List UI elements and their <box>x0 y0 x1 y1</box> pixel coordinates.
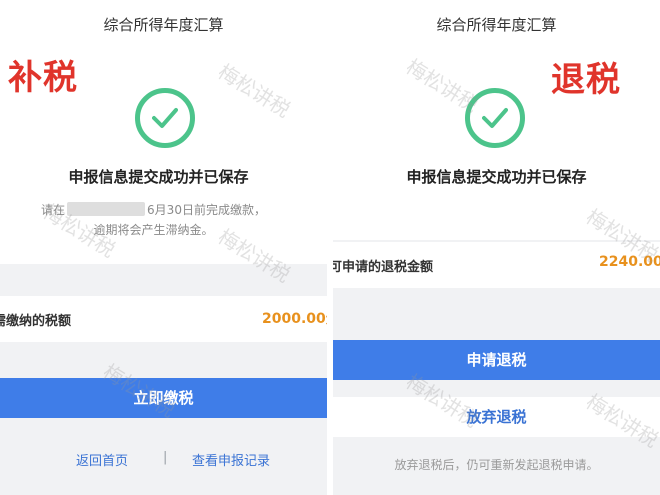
tax-due-amount: 2000.00元 <box>262 311 327 327</box>
refund-amount-row: 可申请的退税金额 2240.00 <box>333 242 660 288</box>
pay-tax-badge: 补税 <box>8 58 78 98</box>
refund-screen: 综合所得年度汇算 退税 申报信息提交成功并已保存 可申请的退税金额 2240.0… <box>333 0 660 495</box>
abandon-refund-button[interactable]: 放弃退税 <box>333 397 660 437</box>
notice-penalty: 逾期将会产生滞纳金。 <box>93 223 214 237</box>
payment-deadline-notice: 请在 6月30日前完成缴款， 逾期将会产生滞纳金。 <box>0 200 317 240</box>
success-message: 申报信息提交成功并已保存 <box>406 168 587 186</box>
redacted-date <box>67 202 146 216</box>
tax-due-row: 需缴纳的税额 2000.00元 <box>0 296 327 342</box>
notice-deadline: 6月30日前完成缴款， <box>147 203 266 217</box>
refund-amount: 2240.00 <box>599 254 660 270</box>
apply-refund-button[interactable]: 申请退税 <box>333 340 660 380</box>
payment-screen: 综合所得年度汇算 补税 申报信息提交成功并已保存 请在 6月30日前完成缴款， 逾… <box>0 0 327 495</box>
refund-badge: 退税 <box>551 60 621 100</box>
notice-prefix: 请在 <box>41 203 66 217</box>
page-title: 综合所得年度汇算 <box>103 16 224 34</box>
view-records-link[interactable]: 查看申报记录 <box>192 450 270 469</box>
back-home-link[interactable]: 返回首页 <box>76 450 128 469</box>
check-circle-icon <box>465 88 525 148</box>
refund-amount-label: 可申请的退税金额 <box>333 260 434 275</box>
page-title: 综合所得年度汇算 <box>436 16 557 34</box>
check-circle-icon <box>135 88 195 148</box>
success-message: 申报信息提交成功并已保存 <box>68 168 249 186</box>
tax-due-label: 需缴纳的税额 <box>0 314 72 329</box>
pay-now-button[interactable]: 立即缴税 <box>0 378 327 418</box>
link-separator: | <box>163 450 168 465</box>
abandon-hint: 放弃退税后，仍可重新发起退税申请。 <box>394 458 599 472</box>
